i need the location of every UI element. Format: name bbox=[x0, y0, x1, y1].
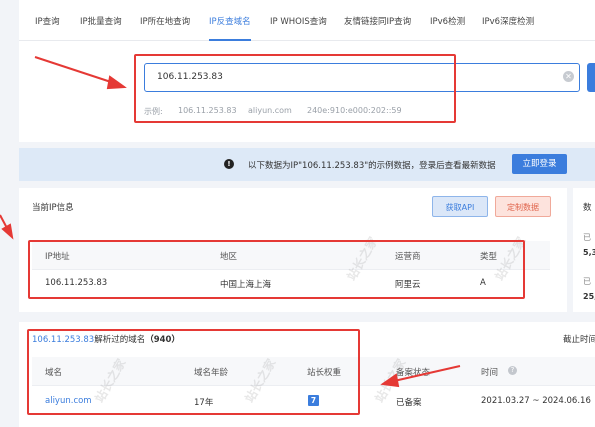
arrow-icon bbox=[0, 56, 461, 388]
annotation-arrows bbox=[0, 56, 461, 388]
